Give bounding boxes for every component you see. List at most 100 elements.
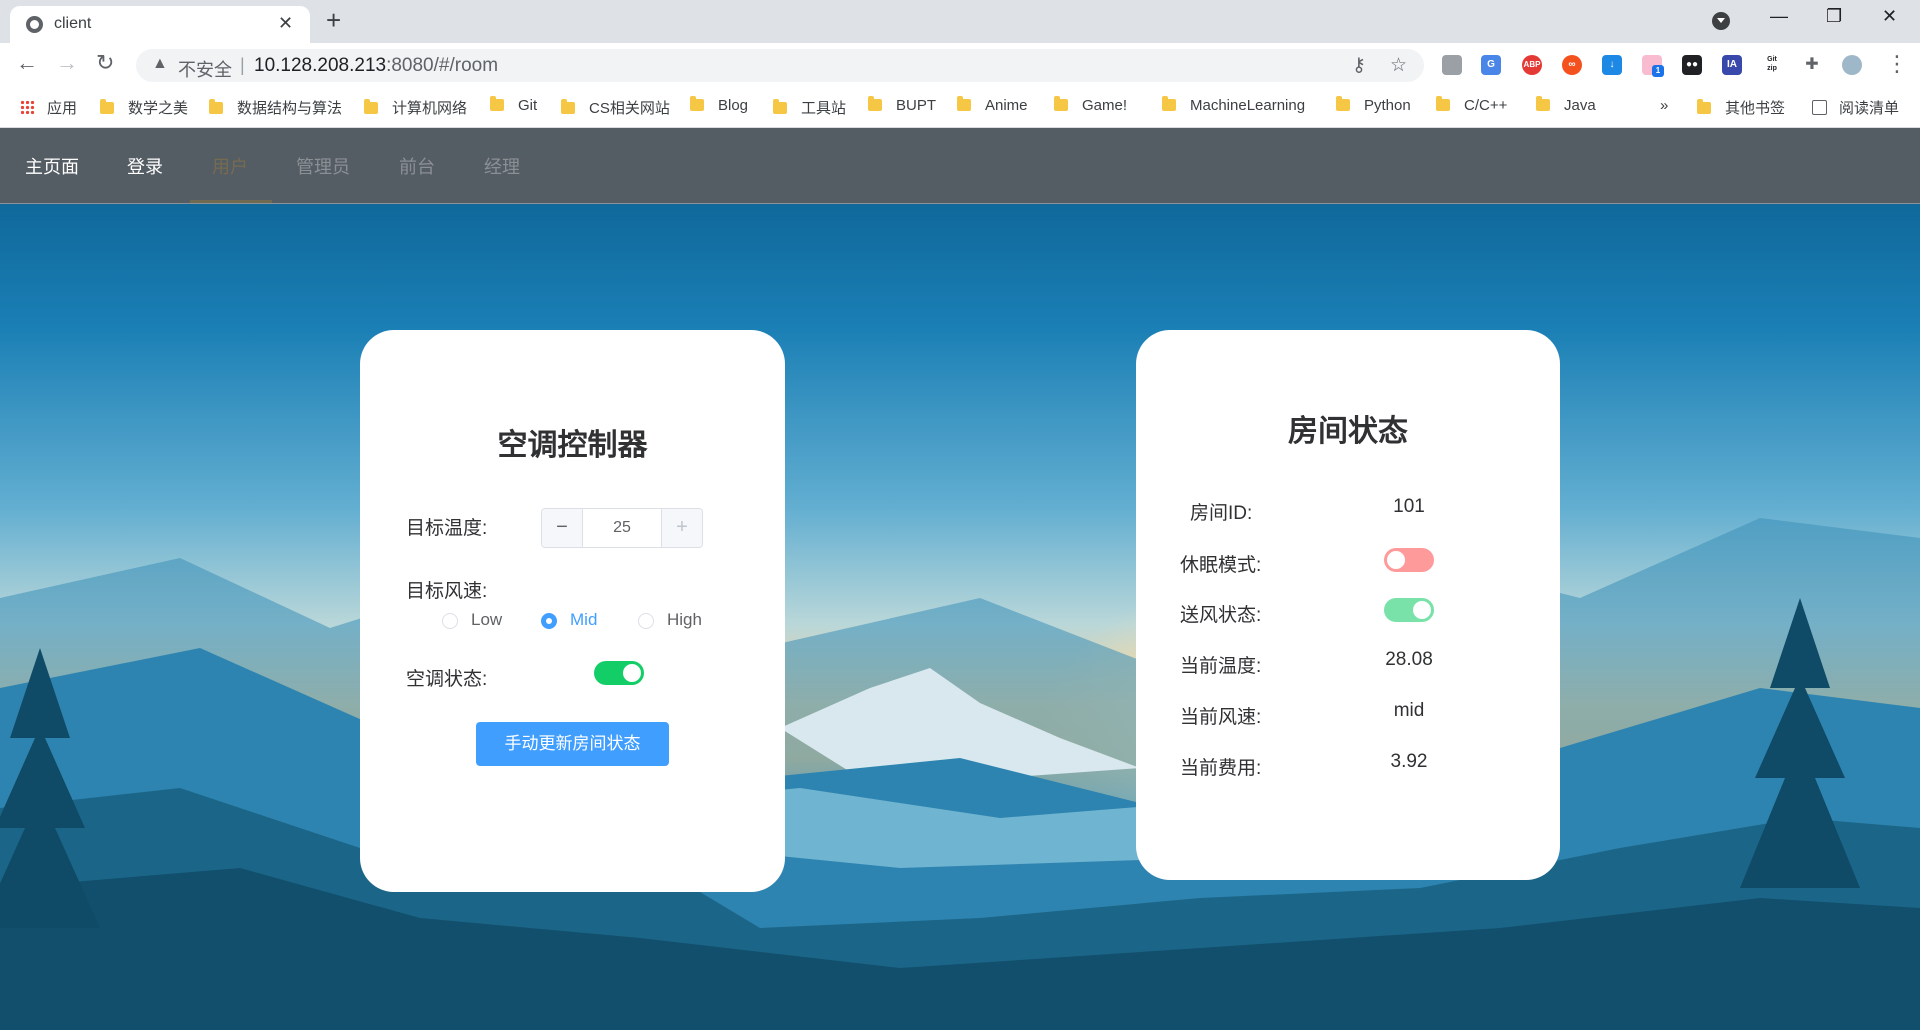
insecure-label[interactable]: 不安全: [178, 56, 232, 82]
nav-item-user[interactable]: 用户: [212, 153, 248, 179]
radio-label[interactable]: High: [667, 610, 702, 630]
ac-status-label: 空调状态:: [406, 669, 488, 690]
folder-icon: [868, 96, 882, 111]
ac-status-switch[interactable]: [594, 661, 644, 685]
warning-icon[interactable]: ▲: [152, 55, 168, 73]
extension-icon[interactable]: [1442, 55, 1462, 75]
bookmark-folder[interactable]: Game!: [1054, 96, 1127, 114]
nav-item-admin[interactable]: 管理员: [296, 153, 350, 179]
radio-label[interactable]: Low: [471, 610, 502, 630]
folder-icon: [1054, 96, 1068, 111]
page-background: 主页面 登录 用户 管理员 前台 经理 空调控制器 目标温度: − 25 + 目…: [0, 128, 1920, 1030]
folder-icon: [1336, 96, 1350, 111]
radio-circle[interactable]: [442, 613, 458, 629]
forward-icon[interactable]: →: [56, 50, 78, 76]
browser-tabstrip: client ✕ + — ❐ ✕: [0, 0, 1920, 43]
tab-search-icon[interactable]: [1712, 12, 1730, 30]
folder-icon: [773, 99, 787, 114]
infinity-icon[interactable]: ∞: [1562, 55, 1582, 75]
translate-icon[interactable]: G: [1481, 55, 1501, 75]
folder-icon: [100, 99, 114, 114]
current-speed-label: 当前风速:: [1180, 707, 1262, 728]
restore-icon[interactable]: ❐: [1826, 6, 1842, 27]
folder-icon: [561, 99, 575, 114]
current-fee-label: 当前费用:: [1180, 758, 1262, 779]
browser-tab[interactable]: client ✕: [10, 6, 310, 43]
cat-extension-icon[interactable]: 1: [1642, 55, 1664, 77]
address-bar[interactable]: ▲ 不安全 | 10.128.208.213:8080/#/room ⚷ ☆: [136, 49, 1424, 82]
switch-knob: [623, 664, 641, 682]
window-close-icon[interactable]: ✕: [1882, 6, 1897, 27]
other-bookmarks[interactable]: 其他书签: [1697, 97, 1785, 118]
bookmark-folder[interactable]: 数据结构与算法: [209, 97, 342, 118]
back-icon[interactable]: ←: [16, 50, 38, 76]
sleep-mode-switch: [1384, 548, 1434, 572]
bookmark-folder[interactable]: CS相关网站: [561, 97, 670, 118]
bookmark-folder[interactable]: 工具站: [773, 97, 846, 118]
download-icon[interactable]: ↓: [1602, 55, 1622, 75]
radio-label[interactable]: Mid: [570, 610, 597, 630]
landscape-illustration: [0, 518, 1920, 1030]
bookmark-folder[interactable]: MachineLearning: [1162, 96, 1305, 114]
tampermonkey-icon[interactable]: ●●: [1682, 55, 1702, 75]
fan-speed-label: 目标风速:: [406, 581, 488, 602]
folder-icon: [1162, 96, 1176, 111]
nav-item-manager[interactable]: 经理: [484, 153, 520, 179]
reload-icon[interactable]: ↻: [96, 50, 114, 76]
target-temp-input[interactable]: 25: [583, 509, 661, 547]
new-tab-button[interactable]: +: [326, 5, 341, 36]
folder-icon: [364, 99, 378, 114]
star-icon[interactable]: ☆: [1390, 54, 1407, 77]
folder-icon: [490, 96, 504, 111]
folder-icon: [209, 99, 223, 114]
folder-icon: [957, 96, 971, 111]
sleep-mode-label: 休眠模式:: [1180, 555, 1262, 576]
bookmark-apps[interactable]: 应用: [20, 97, 77, 118]
folder-icon: [1536, 96, 1550, 111]
adblock-icon[interactable]: ABP: [1522, 55, 1542, 75]
avatar[interactable]: [1842, 55, 1862, 75]
increase-temp-button[interactable]: +: [661, 509, 702, 547]
folder-icon: [1697, 99, 1711, 114]
bookmark-folder[interactable]: Blog: [690, 96, 748, 114]
nav-item-home[interactable]: 主页面: [25, 153, 79, 179]
bookmark-folder[interactable]: Java: [1536, 96, 1596, 114]
globe-icon: [26, 16, 43, 33]
bookmark-folder[interactable]: Git: [490, 96, 537, 114]
bookmark-folder[interactable]: 数学之美: [100, 97, 188, 118]
url-separator: |: [240, 55, 245, 75]
bookmarks-bar: 应用 数学之美 数据结构与算法 计算机网络 Git CS相关网站 Blog 工具…: [0, 87, 1920, 128]
more-menu-icon[interactable]: ⋮: [1886, 51, 1908, 77]
gitzip-icon[interactable]: Git zip: [1762, 55, 1782, 75]
folder-icon: [1436, 96, 1450, 111]
switch-knob: [1387, 551, 1405, 569]
room-status-card: 房间状态 房间ID: 101 休眠模式: 送风状态: 当前温度: 28.08 当…: [1136, 330, 1560, 880]
close-icon[interactable]: ✕: [278, 13, 293, 34]
app-nav-menu: 主页面 登录 用户 管理员 前台 经理: [0, 128, 1920, 204]
bookmark-folder[interactable]: BUPT: [868, 96, 936, 114]
radio-circle[interactable]: [638, 613, 654, 629]
update-room-status-button[interactable]: 手动更新房间状态: [476, 722, 669, 766]
puzzle-icon[interactable]: ✚: [1802, 55, 1822, 75]
radio-circle[interactable]: [541, 613, 557, 629]
controller-title: 空调控制器: [497, 429, 648, 462]
bookmark-folder[interactable]: Anime: [957, 96, 1028, 114]
air-supply-switch: [1384, 598, 1434, 622]
target-temp-stepper: − 25 +: [541, 508, 703, 548]
decrease-temp-button[interactable]: −: [542, 509, 583, 547]
nav-item-reception[interactable]: 前台: [399, 153, 435, 179]
room-id-label: 房间ID:: [1190, 503, 1253, 524]
ia-icon[interactable]: IA: [1722, 55, 1742, 75]
url-text[interactable]: 10.128.208.213:8080/#/room: [254, 55, 498, 77]
bookmark-folder[interactable]: C/C++: [1436, 96, 1507, 114]
folder-icon: [690, 96, 704, 111]
bookmarks-overflow-icon[interactable]: »: [1660, 97, 1668, 114]
key-icon[interactable]: ⚷: [1352, 54, 1366, 77]
bookmark-folder[interactable]: 计算机网络: [364, 97, 467, 118]
nav-item-login[interactable]: 登录: [127, 153, 163, 179]
browser-toolbar: ← → ↻ ▲ 不安全 | 10.128.208.213:8080/#/room…: [0, 43, 1920, 87]
reading-list[interactable]: 阅读清单: [1812, 97, 1899, 118]
bookmark-folder[interactable]: Python: [1336, 96, 1411, 114]
minimize-icon[interactable]: —: [1770, 6, 1788, 27]
active-nav-indicator: [190, 200, 272, 203]
